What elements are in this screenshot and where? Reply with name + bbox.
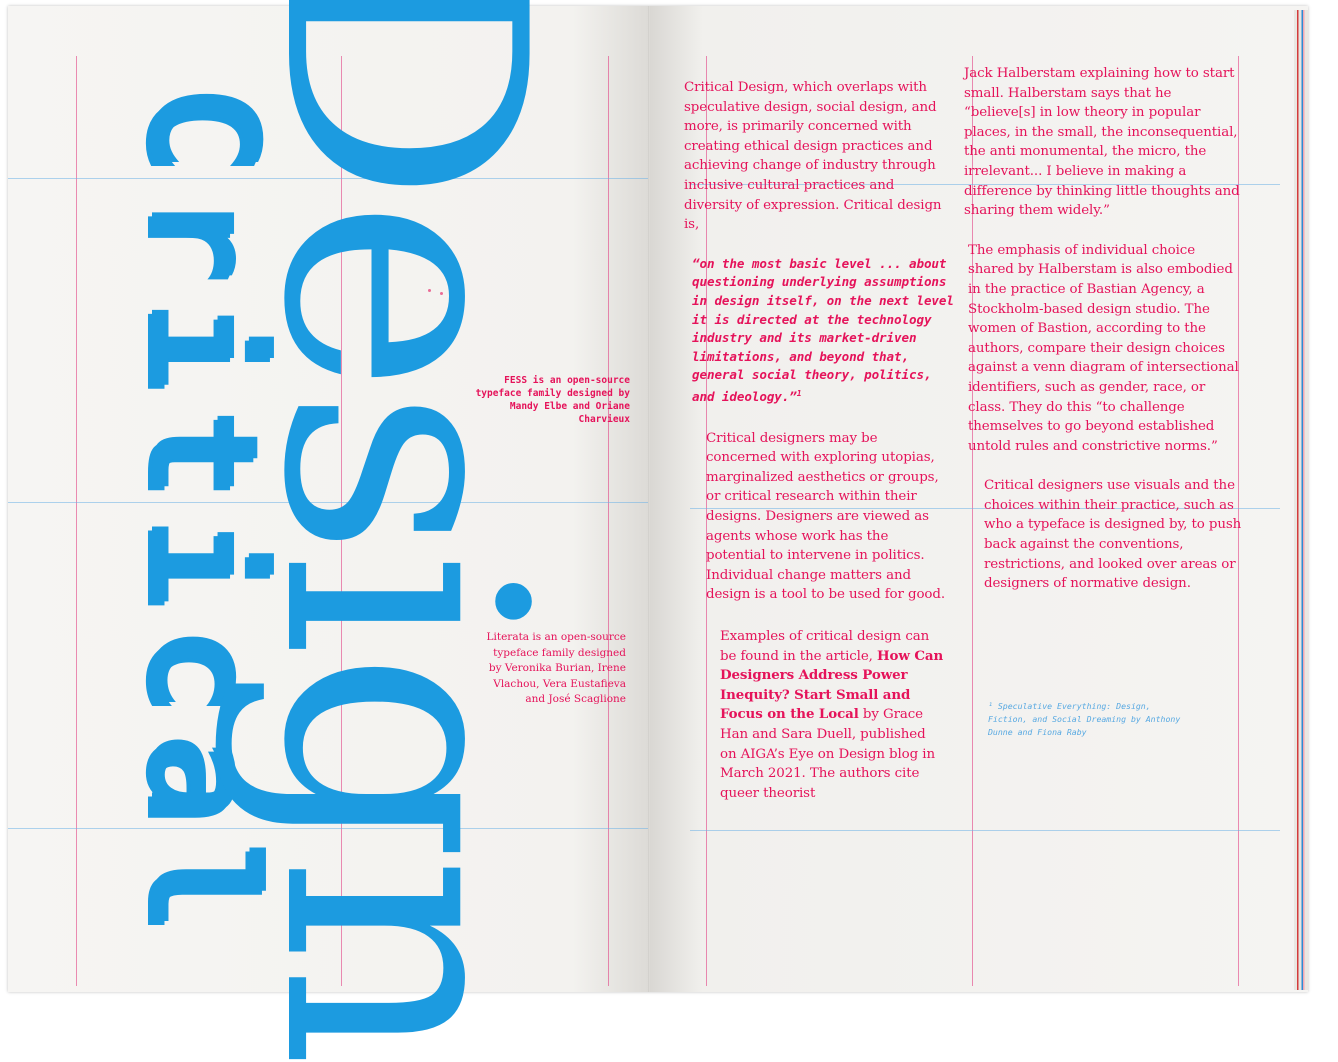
guide-line <box>608 56 609 986</box>
footnote-marker: 1 <box>796 388 802 398</box>
quote-text: “on the most basic level ... about quest… <box>692 255 954 405</box>
footnote: ¹ Speculative Everything: Design, Fictio… <box>988 701 1181 737</box>
paragraph: Examples of critical design can be found… <box>720 627 946 803</box>
guide-line <box>76 56 77 986</box>
block-quote: “on the most basic level ... about quest… <box>692 255 954 407</box>
ink-speck <box>440 292 443 295</box>
paragraph: Critical designers use visuals and the c… <box>984 478 1242 592</box>
text-column-2: Jack Halberstam explaining how to start … <box>964 64 1244 594</box>
ink-speck <box>428 289 431 292</box>
left-page: Critical Design FESS is an open-source t… <box>8 0 650 1062</box>
credit-literata-typeface: Literata is an open-source typeface fami… <box>486 631 626 705</box>
guide-line <box>690 830 1280 831</box>
title-design: Design <box>211 0 595 1062</box>
paragraph: Jack Halberstam explaining how to start … <box>964 66 1240 219</box>
paragraph: Critical designers may be concerned with… <box>706 430 945 603</box>
text-column-1: Critical Design, which overlaps with spe… <box>684 78 954 803</box>
paragraph: The emphasis of individual choice shared… <box>968 242 1239 454</box>
credit-fess-typeface: FESS is an open-source typeface family d… <box>475 375 630 425</box>
page-edges <box>1294 10 1308 990</box>
paragraph: Critical Design, which overlaps with spe… <box>684 80 942 233</box>
